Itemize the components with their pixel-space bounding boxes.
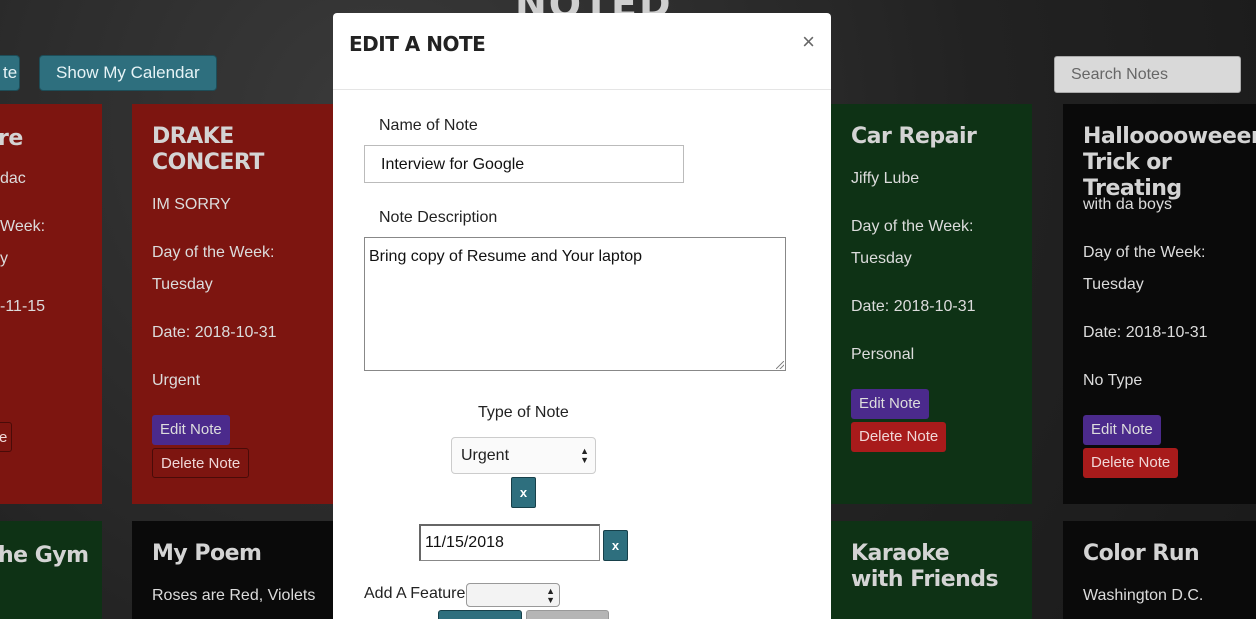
note-card: Color Run Washington D.C. — [1063, 521, 1256, 619]
cancel-button[interactable] — [526, 610, 609, 619]
note-card: My Poem Roses are Red, Violets — [132, 521, 333, 619]
note-card: re dac Week: y -11-15 e — [0, 104, 102, 504]
note-date-input[interactable]: 11/15/2018 — [419, 524, 600, 561]
delete-note-button[interactable]: Delete Note — [152, 448, 250, 478]
note-day-label: Day of the Week: — [1083, 244, 1206, 261]
note-day-label: Day of the Week: — [152, 244, 275, 261]
description-text: Bring copy of Resume and Your laptop — [369, 248, 643, 265]
note-type: Urgent — [152, 372, 201, 389]
note-title: Car Repair — [851, 124, 977, 149]
delete-note-button[interactable]: e — [0, 422, 12, 452]
note-type-select[interactable]: Urgent ▲ ▼ — [451, 437, 596, 474]
note-title: Color Run — [1083, 541, 1200, 566]
note-description: Roses are Red, Violets — [152, 587, 316, 604]
note-type-value: Urgent — [461, 447, 510, 464]
note-day-label: Week: — [0, 218, 46, 235]
clear-date-button[interactable]: x — [603, 530, 628, 561]
edit-note-button[interactable]: Edit Note — [1083, 415, 1161, 445]
note-description-textarea[interactable]: Bring copy of Resume and Your laptop — [364, 237, 786, 371]
type-label: Type of Note — [478, 404, 569, 421]
note-name-input[interactable]: Interview for Google — [364, 145, 684, 183]
note-description: dac — [0, 170, 26, 187]
add-note-button[interactable]: te — [0, 55, 20, 91]
show-calendar-button[interactable]: Show My Calendar — [39, 55, 217, 91]
resize-grip-icon[interactable] — [776, 361, 784, 369]
modal-header: EDIT A NOTE × — [333, 13, 831, 90]
note-description: Jiffy Lube — [851, 170, 920, 187]
note-day-value: Tuesday — [1083, 276, 1144, 293]
close-icon[interactable]: × — [802, 31, 815, 53]
feature-label: Add A Feature — [364, 585, 466, 602]
note-description: with da boys — [1083, 196, 1172, 213]
note-date: Date: 2018-10-31 — [1083, 324, 1208, 341]
note-description: IM SORRY — [152, 196, 231, 213]
note-card: Karaoke with Friends — [831, 521, 1032, 619]
note-title: he Gym — [0, 543, 89, 568]
note-day-label: Day of the Week: — [851, 218, 974, 235]
select-arrows-icon: ▲ ▼ — [580, 446, 589, 465]
description-label: Note Description — [379, 209, 498, 226]
edit-note-button[interactable]: Edit Note — [152, 415, 230, 445]
search-notes-input[interactable]: Search Notes — [1054, 56, 1241, 93]
note-title: Hallooooweeen Trick or Treating — [1083, 124, 1256, 201]
note-description: Washington D.C. — [1083, 587, 1204, 604]
note-date: Date: 2018-10-31 — [152, 324, 277, 341]
note-day-value: Tuesday — [152, 276, 213, 293]
note-date: Date: 2018-10-31 — [851, 298, 976, 315]
note-card: he Gym — [0, 521, 102, 619]
note-card: DRAKE CONCERT IM SORRY Day of the Week: … — [132, 104, 333, 504]
note-type: Personal — [851, 346, 915, 363]
note-title: My Poem — [152, 541, 262, 566]
edit-note-modal: EDIT A NOTE × Name of Note Interview for… — [333, 13, 831, 619]
select-arrows-icon: ▲ ▼ — [546, 586, 555, 605]
note-title: DRAKE CONCERT — [152, 124, 264, 175]
edit-note-button[interactable]: Edit Note — [851, 389, 929, 419]
modal-title: EDIT A NOTE — [349, 32, 486, 56]
note-day-value: Tuesday — [851, 250, 912, 267]
note-day-value: y — [0, 250, 8, 267]
name-label: Name of Note — [379, 117, 478, 134]
note-type: No Type — [1083, 372, 1143, 389]
note-title: re — [0, 126, 23, 151]
note-card: Car Repair Jiffy Lube Day of the Week: T… — [831, 104, 1032, 504]
note-card: Hallooooweeen Trick or Treating with da … — [1063, 104, 1256, 504]
note-title: Karaoke with Friends — [851, 541, 999, 592]
submit-button[interactable] — [438, 610, 522, 619]
feature-select[interactable]: ▲ ▼ — [466, 583, 560, 607]
delete-note-button[interactable]: Delete Note — [1083, 448, 1179, 478]
delete-note-button[interactable]: Delete Note — [851, 422, 947, 452]
clear-type-button[interactable]: x — [511, 477, 536, 508]
note-date: -11-15 — [0, 298, 46, 315]
